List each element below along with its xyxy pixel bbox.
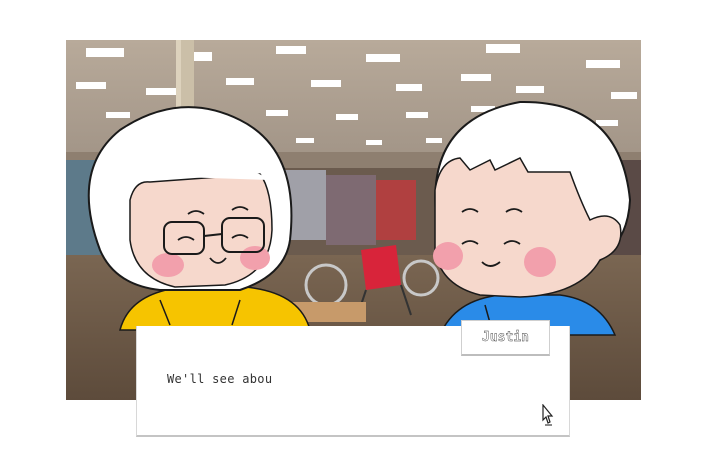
speaker-name-tag: Justin	[461, 320, 550, 356]
speaker-name: Justin	[482, 330, 529, 345]
dialog-text: We'll see abou	[167, 372, 273, 386]
pointer-hand-icon[interactable]	[540, 404, 556, 428]
